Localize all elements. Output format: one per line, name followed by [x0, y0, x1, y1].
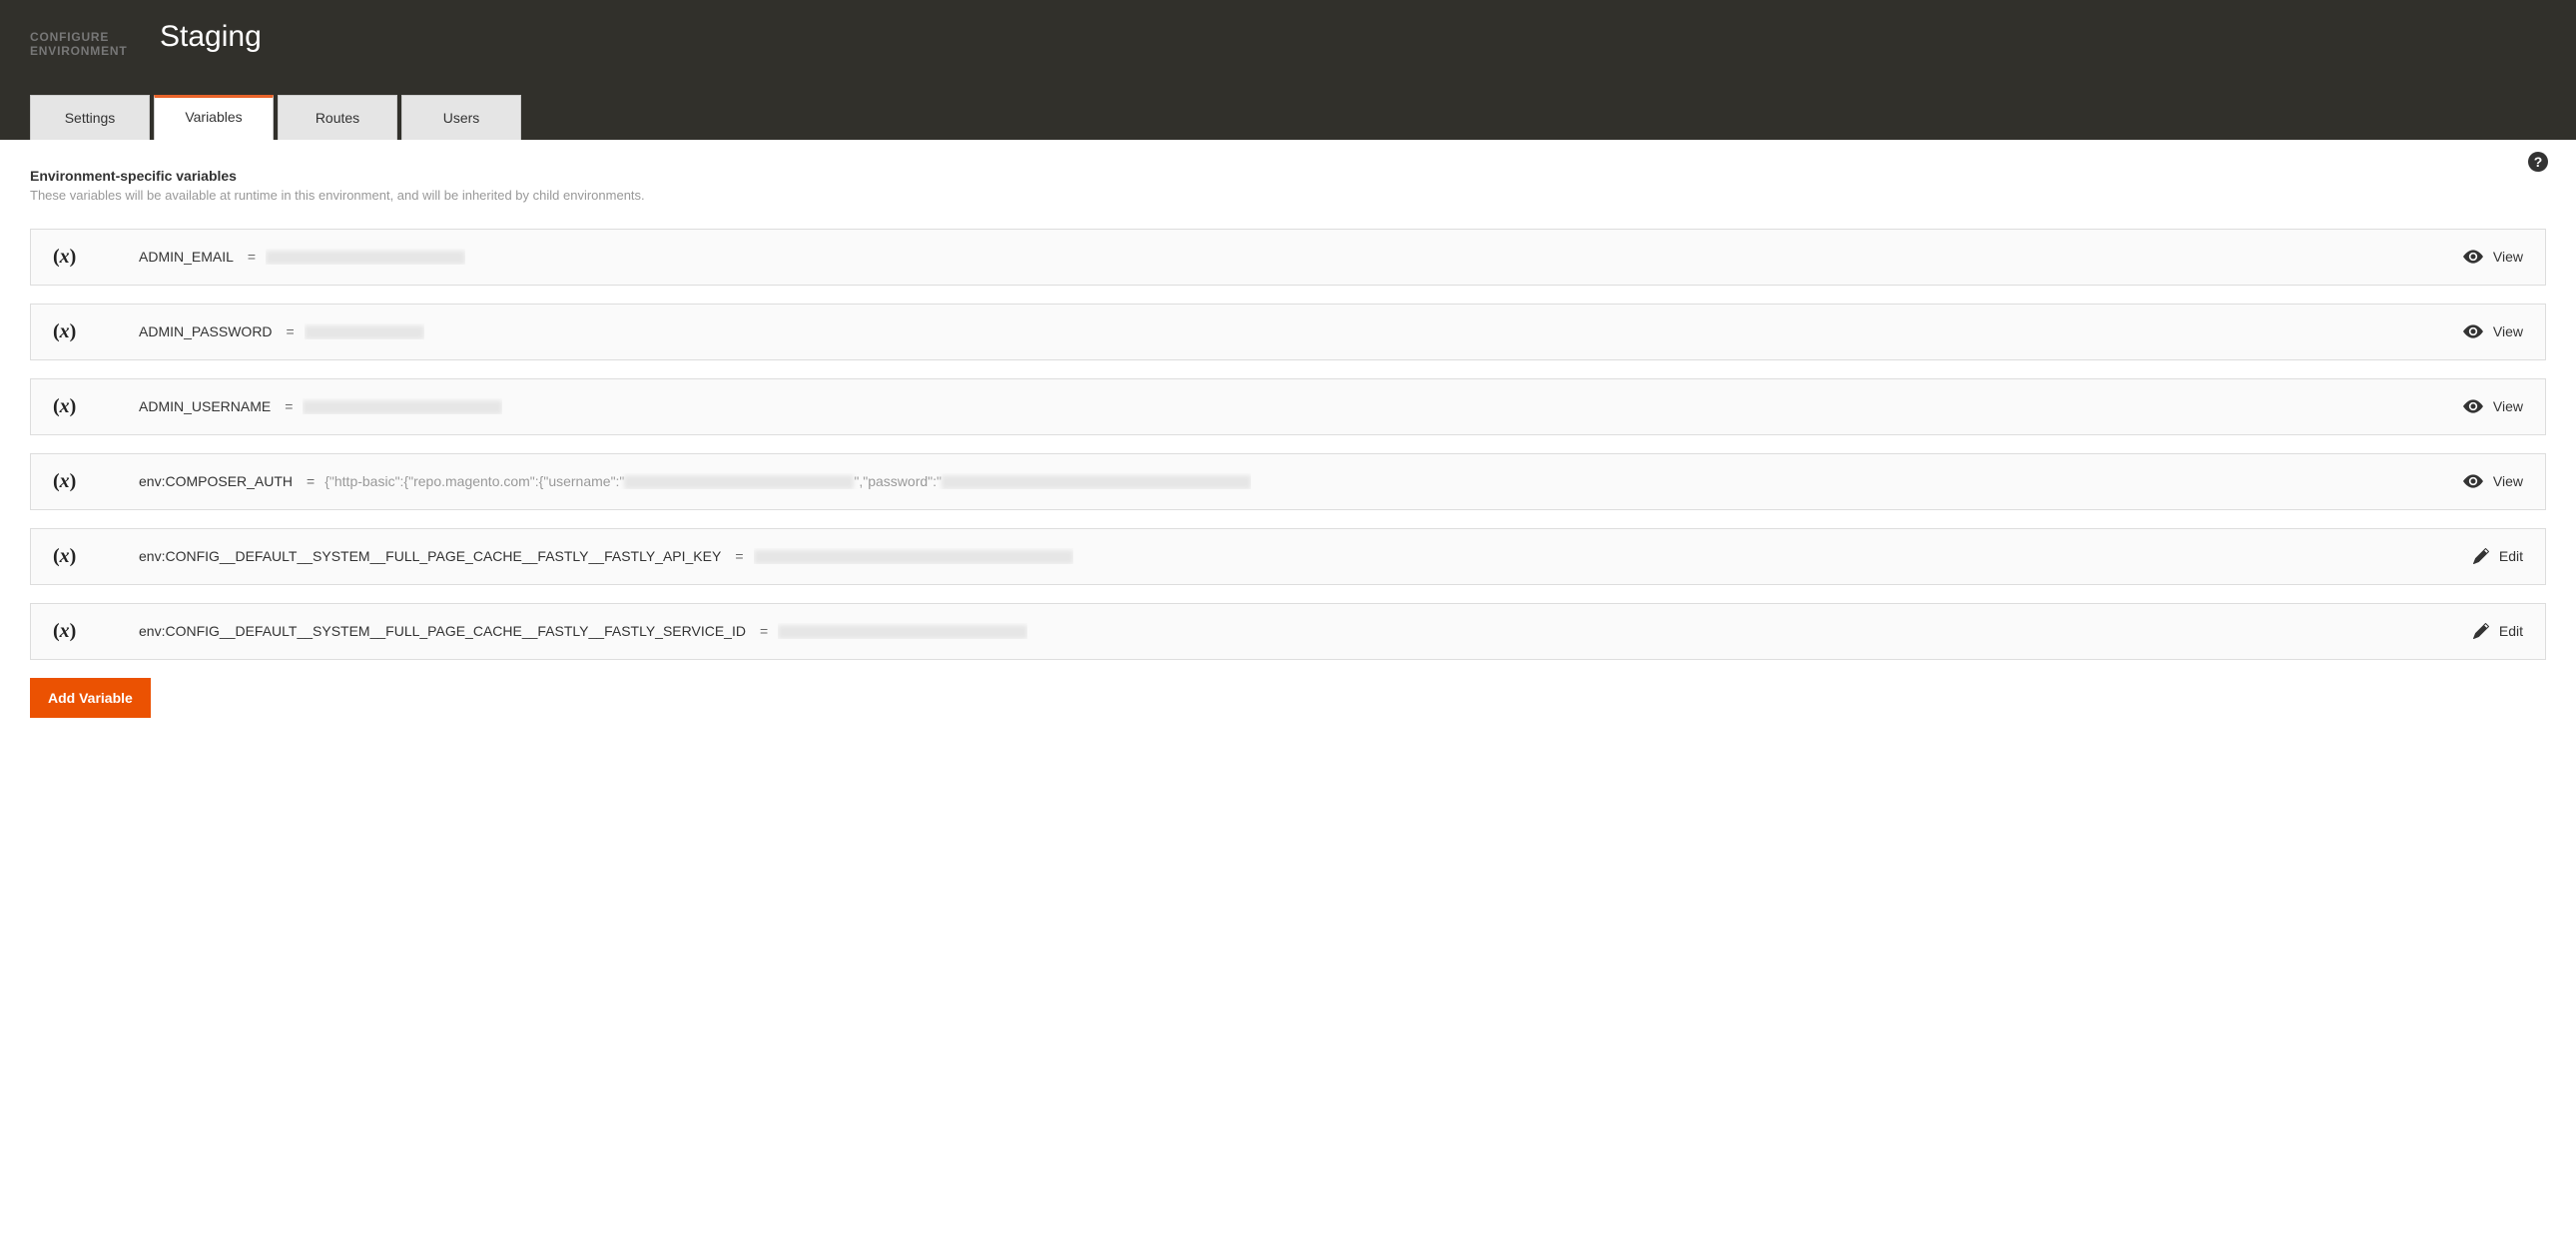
pencil-icon — [2473, 548, 2489, 564]
variable-name: ADMIN_EMAIL — [139, 249, 234, 265]
equals-sign: = — [287, 323, 295, 339]
breadcrumb-line1: CONFIGURE — [30, 30, 2576, 44]
variable-value — [266, 249, 465, 265]
pencil-icon — [2473, 623, 2489, 639]
variable-icon: (x) — [53, 395, 139, 418]
variable-value: {"http-basic":{"repo.magento.com":{"user… — [324, 473, 1251, 489]
eye-icon — [2463, 324, 2483, 338]
variable-name: env:CONFIG__DEFAULT__SYSTEM__FULL_PAGE_C… — [139, 623, 746, 639]
variable-row: (x) env:CONFIG__DEFAULT__SYSTEM__FULL_PA… — [30, 603, 2546, 660]
help-button[interactable]: ? — [2528, 152, 2548, 172]
variable-value — [305, 323, 424, 339]
edit-action[interactable]: Edit — [2473, 623, 2523, 639]
variable-icon: (x) — [53, 246, 139, 269]
equals-sign: = — [760, 623, 768, 639]
view-action[interactable]: View — [2463, 473, 2523, 489]
action-label: View — [2493, 398, 2523, 414]
tab-routes[interactable]: Routes — [278, 95, 397, 140]
action-label: View — [2493, 249, 2523, 265]
tab-variables[interactable]: Variables — [154, 95, 274, 140]
variable-icon: (x) — [53, 320, 139, 343]
edit-action[interactable]: Edit — [2473, 548, 2523, 564]
variable-row: (x) env:CONFIG__DEFAULT__SYSTEM__FULL_PA… — [30, 528, 2546, 585]
breadcrumb-line2: ENVIRONMENT — [30, 44, 2576, 58]
variable-value — [303, 398, 502, 414]
breadcrumb: CONFIGURE ENVIRONMENT — [30, 30, 2576, 59]
equals-sign: = — [735, 548, 743, 564]
section-title: Environment-specific variables — [30, 168, 2546, 184]
variable-row: (x) ADMIN_USERNAME = View — [30, 378, 2546, 435]
tab-settings[interactable]: Settings — [30, 95, 150, 140]
variable-value — [754, 548, 1073, 564]
action-label: View — [2493, 323, 2523, 339]
action-label: Edit — [2499, 623, 2523, 639]
variable-name: env:CONFIG__DEFAULT__SYSTEM__FULL_PAGE_C… — [139, 548, 721, 564]
variable-row: (x) ADMIN_PASSWORD = View — [30, 304, 2546, 360]
variable-name: env:COMPOSER_AUTH — [139, 473, 293, 489]
variable-row: (x) ADMIN_EMAIL = View — [30, 229, 2546, 286]
view-action[interactable]: View — [2463, 249, 2523, 265]
action-label: View — [2493, 473, 2523, 489]
variable-row: (x) env:COMPOSER_AUTH = {"http-basic":{"… — [30, 453, 2546, 510]
variable-name: ADMIN_PASSWORD — [139, 323, 273, 339]
equals-sign: = — [248, 249, 256, 265]
header: CONFIGURE ENVIRONMENT Staging Settings V… — [0, 0, 2576, 140]
eye-icon — [2463, 250, 2483, 264]
view-action[interactable]: View — [2463, 398, 2523, 414]
equals-sign: = — [285, 398, 293, 414]
eye-icon — [2463, 474, 2483, 488]
view-action[interactable]: View — [2463, 323, 2523, 339]
page-title: Staging — [160, 20, 262, 54]
variable-list: (x) ADMIN_EMAIL = View (x) ADMIN_PASSWOR… — [30, 229, 2546, 660]
variable-icon: (x) — [53, 470, 139, 493]
main-content: ? Environment-specific variables These v… — [0, 140, 2576, 758]
variable-icon: (x) — [53, 545, 139, 568]
tab-users[interactable]: Users — [401, 95, 521, 140]
eye-icon — [2463, 399, 2483, 413]
section-subtitle: These variables will be available at run… — [30, 188, 2546, 203]
action-label: Edit — [2499, 548, 2523, 564]
variable-value — [778, 623, 1027, 639]
add-variable-button[interactable]: Add Variable — [30, 678, 151, 718]
variable-icon: (x) — [53, 620, 139, 643]
tabs: Settings Variables Routes Users — [30, 95, 2576, 140]
variable-name: ADMIN_USERNAME — [139, 398, 271, 414]
equals-sign: = — [307, 473, 315, 489]
